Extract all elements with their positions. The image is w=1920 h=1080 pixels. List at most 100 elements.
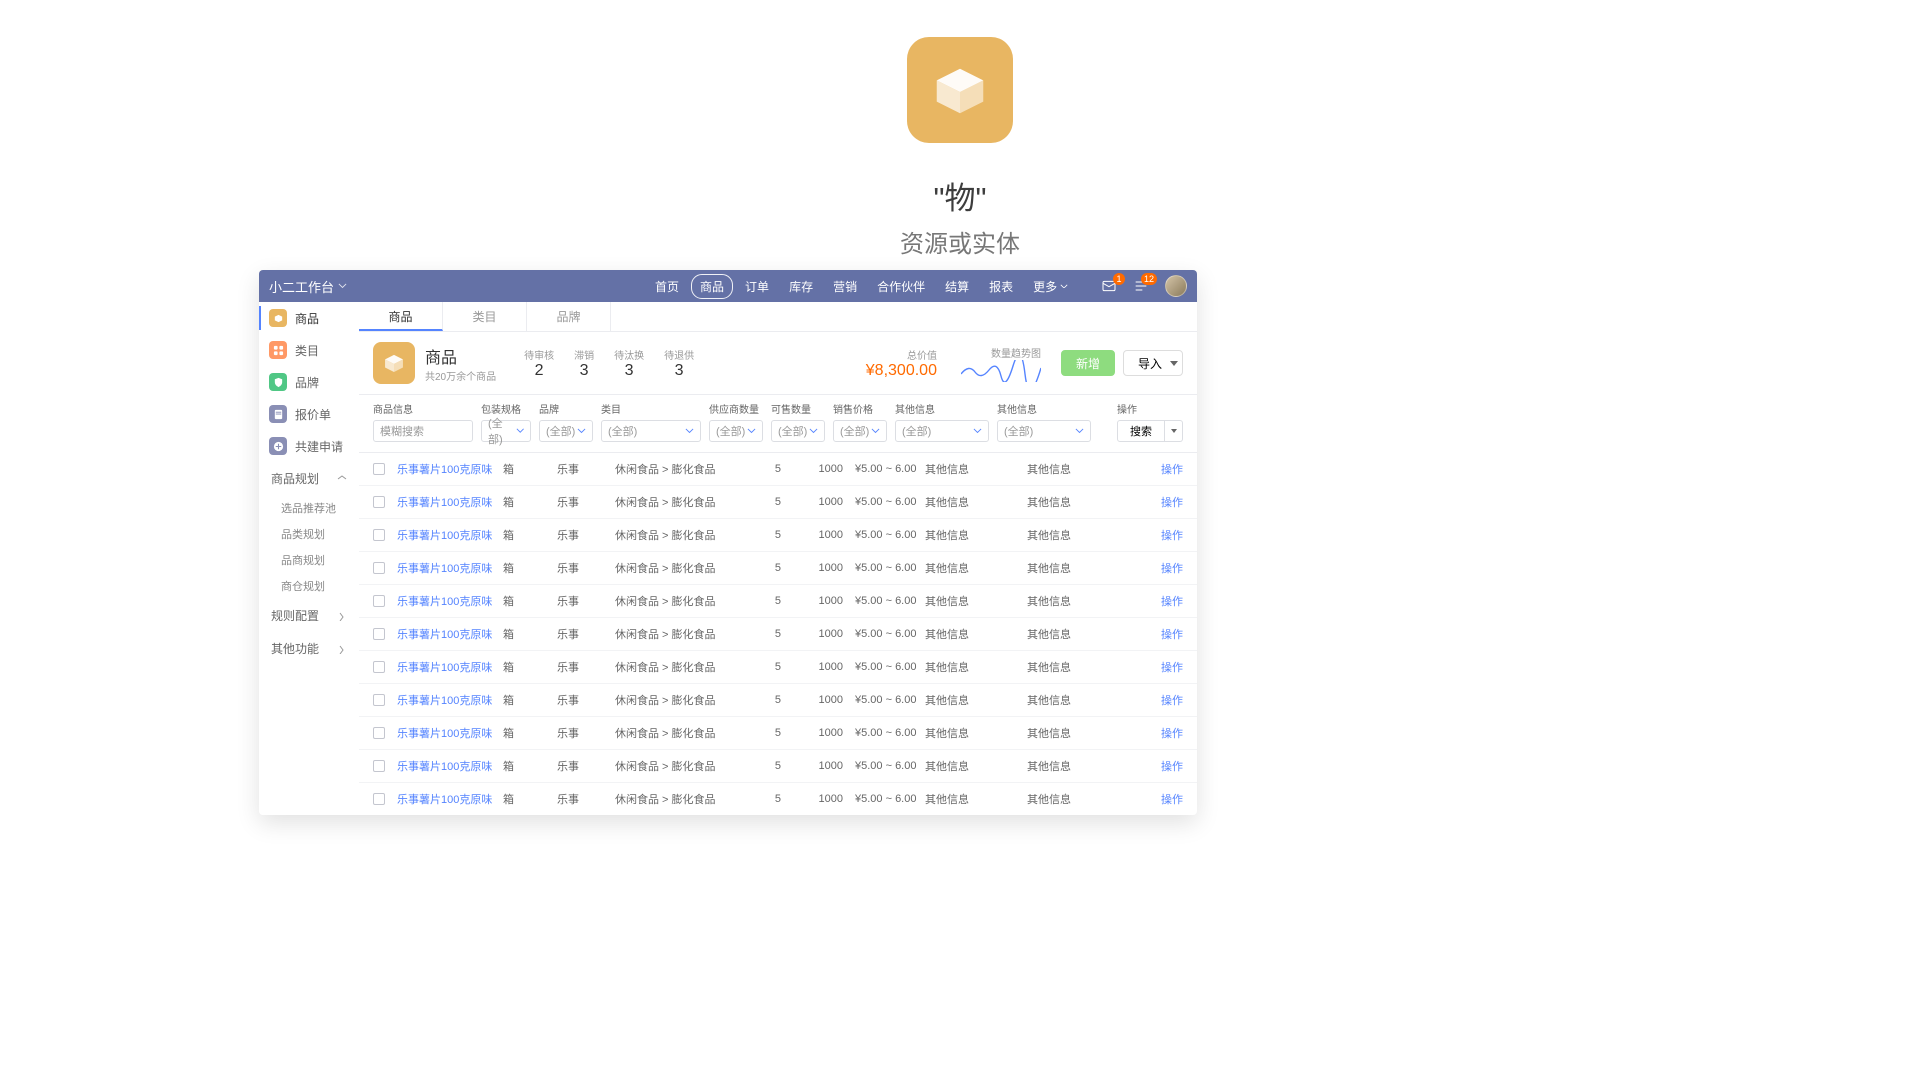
row-action-link[interactable]: 操作	[1161, 791, 1183, 807]
nav-首页[interactable]: 首页	[647, 275, 687, 298]
cell-price: ¥5.00 ~ 6.00	[855, 595, 925, 607]
new-button[interactable]: 新增	[1061, 350, 1115, 376]
cell-brand: 乐事	[557, 659, 615, 675]
product-name-link[interactable]: 乐事薯片100克原味	[397, 593, 503, 609]
row-checkbox[interactable]	[373, 694, 385, 706]
cell-price: ¥5.00 ~ 6.00	[855, 661, 925, 673]
row-action-link[interactable]: 操作	[1161, 659, 1183, 675]
filter-select[interactable]: (全部)	[997, 420, 1091, 442]
cell-pkg: 箱	[503, 692, 557, 708]
cell-category: 休闲食品 > 膨化食品	[615, 593, 727, 609]
row-checkbox[interactable]	[373, 562, 385, 574]
filter-input[interactable]: 模糊搜索	[373, 420, 473, 442]
avatar[interactable]	[1165, 275, 1187, 297]
row-action-link[interactable]: 操作	[1161, 494, 1183, 510]
sidebar-item-类目[interactable]: 类目	[259, 334, 359, 366]
stat-待退供: 待退供3	[664, 347, 694, 380]
row-checkbox[interactable]	[373, 595, 385, 607]
product-name-link[interactable]: 乐事薯片100克原味	[397, 791, 503, 807]
sidebar-item-共建申请[interactable]: 共建申请	[259, 430, 359, 462]
row-action-link[interactable]: 操作	[1161, 593, 1183, 609]
filter-select[interactable]: (全部)	[833, 420, 887, 442]
subtab-品牌[interactable]: 品牌	[527, 302, 611, 331]
row-action-link[interactable]: 操作	[1161, 560, 1183, 576]
workspace-selector[interactable]: 小二工作台	[269, 277, 347, 296]
cell-available: 1000	[793, 562, 855, 574]
product-name-link[interactable]: 乐事薯片100克原味	[397, 626, 503, 642]
product-name-link[interactable]: 乐事薯片100克原味	[397, 560, 503, 576]
nav-营销[interactable]: 营销	[825, 275, 865, 298]
row-action-link[interactable]: 操作	[1161, 527, 1183, 543]
product-name-link[interactable]: 乐事薯片100克原味	[397, 692, 503, 708]
total-label: 总价值	[866, 347, 937, 362]
sidebar-item-品牌[interactable]: 品牌	[259, 366, 359, 398]
stat-滞销: 滞销3	[574, 347, 594, 380]
nav-报表[interactable]: 报表	[981, 275, 1021, 298]
cell-other2: 其他信息	[1027, 461, 1133, 477]
cell-brand: 乐事	[557, 626, 615, 642]
filter-品牌: 品牌(全部)	[539, 401, 593, 442]
import-button[interactable]: 导入	[1123, 350, 1183, 376]
table-row: 乐事薯片100克原味箱乐事休闲食品 > 膨化食品51000¥5.00 ~ 6.0…	[359, 618, 1197, 651]
cell-available: 1000	[793, 496, 855, 508]
nav-更多[interactable]: 更多	[1025, 275, 1076, 298]
sidebar-sub-商仓规划[interactable]: 商仓规划	[259, 573, 359, 599]
nav-库存[interactable]: 库存	[781, 275, 821, 298]
filter-select[interactable]: (全部)	[539, 420, 593, 442]
filter-select[interactable]: (全部)	[709, 420, 763, 442]
cell-supply: 5	[727, 595, 793, 607]
cell-available: 1000	[793, 793, 855, 805]
search-button[interactable]: 搜索	[1117, 420, 1165, 442]
row-checkbox[interactable]	[373, 727, 385, 739]
subtab-类目[interactable]: 类目	[443, 302, 527, 331]
row-checkbox[interactable]	[373, 628, 385, 640]
sidebar-group-其他功能[interactable]: 其他功能	[259, 632, 359, 665]
row-action-link[interactable]: 操作	[1161, 626, 1183, 642]
subtab-商品[interactable]: 商品	[359, 302, 443, 331]
row-action-link[interactable]: 操作	[1161, 725, 1183, 741]
sidebar-sub-品商规划[interactable]: 品商规划	[259, 547, 359, 573]
row-checkbox[interactable]	[373, 529, 385, 541]
sidebar-group-商品规划[interactable]: 商品规划	[259, 462, 359, 495]
product-name-link[interactable]: 乐事薯片100克原味	[397, 461, 503, 477]
filter-select[interactable]: (全部)	[771, 420, 825, 442]
data-table: 乐事薯片100克原味箱乐事休闲食品 > 膨化食品51000¥5.00 ~ 6.0…	[359, 453, 1197, 815]
row-checkbox[interactable]	[373, 463, 385, 475]
row-checkbox[interactable]	[373, 760, 385, 772]
product-name-link[interactable]: 乐事薯片100克原味	[397, 494, 503, 510]
product-name-link[interactable]: 乐事薯片100克原味	[397, 659, 503, 675]
row-action-link[interactable]: 操作	[1161, 692, 1183, 708]
chevron-icon	[337, 474, 347, 484]
row-checkbox[interactable]	[373, 496, 385, 508]
filter-可售数量: 可售数量(全部)	[771, 401, 825, 442]
cell-category: 休闲食品 > 膨化食品	[615, 560, 727, 576]
filter-select[interactable]: (全部)	[895, 420, 989, 442]
filter-select[interactable]: (全部)	[601, 420, 701, 442]
nav-订单[interactable]: 订单	[737, 275, 777, 298]
nav-links: 首页商品订单库存营销合作伙伴结算报表更多	[647, 274, 1076, 299]
row-checkbox[interactable]	[373, 793, 385, 805]
filter-select[interactable]: (全部)	[481, 420, 531, 442]
nav-合作伙伴[interactable]: 合作伙伴	[869, 275, 933, 298]
search-more-button[interactable]	[1165, 420, 1183, 442]
sidebar-group-规则配置[interactable]: 规则配置	[259, 599, 359, 632]
cell-available: 1000	[793, 661, 855, 673]
cell-category: 休闲食品 > 膨化食品	[615, 692, 727, 708]
sidebar-sub-选品推荐池[interactable]: 选品推荐池	[259, 495, 359, 521]
stat-待审核: 待审核2	[524, 347, 554, 380]
cell-category: 休闲食品 > 膨化食品	[615, 626, 727, 642]
messages-icon[interactable]: 1	[1101, 278, 1117, 294]
sidebar-item-商品[interactable]: 商品	[259, 302, 359, 334]
nav-结算[interactable]: 结算	[937, 275, 977, 298]
row-checkbox[interactable]	[373, 661, 385, 673]
product-name-link[interactable]: 乐事薯片100克原味	[397, 527, 503, 543]
row-action-link[interactable]: 操作	[1161, 461, 1183, 477]
tasks-icon[interactable]: 12	[1133, 278, 1149, 294]
sidebar-item-报价单[interactable]: 报价单	[259, 398, 359, 430]
product-name-link[interactable]: 乐事薯片100克原味	[397, 758, 503, 774]
product-name-link[interactable]: 乐事薯片100克原味	[397, 725, 503, 741]
row-action-link[interactable]: 操作	[1161, 758, 1183, 774]
cell-other2: 其他信息	[1027, 791, 1133, 807]
sidebar-sub-品类规划[interactable]: 品类规划	[259, 521, 359, 547]
nav-商品[interactable]: 商品	[691, 274, 733, 299]
